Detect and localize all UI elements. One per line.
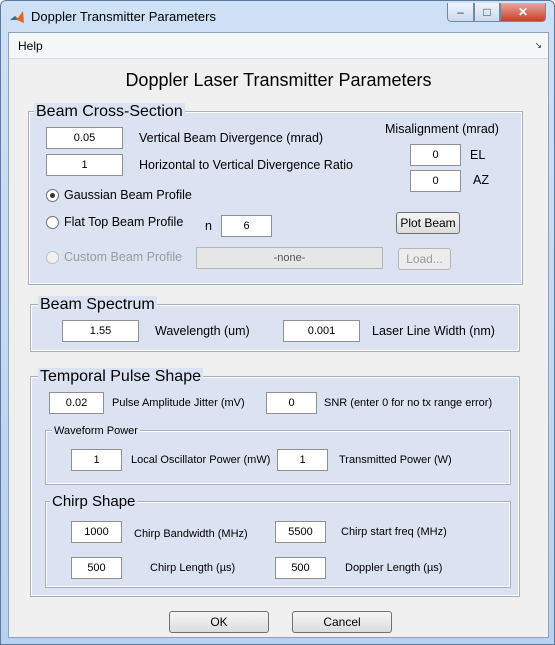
snr-label: SNR (enter 0 for no tx range error): [324, 397, 493, 409]
chirp-start-input[interactable]: 5500: [275, 521, 326, 543]
gaussian-radio[interactable]: [46, 189, 59, 202]
beam-spectrum-title: Beam Spectrum: [38, 296, 157, 314]
chirp-shape-title: Chirp Shape: [50, 493, 138, 511]
client-area: Help ↘ Doppler Laser Transmitter Paramet…: [8, 32, 549, 638]
wavelength-label: Wavelength (um): [155, 324, 250, 338]
menu-bar: Help ↘: [9, 33, 548, 59]
window-frame: Doppler Transmitter Parameters ‒ □ ✕ Hel…: [0, 0, 555, 645]
minimize-icon: ‒: [457, 5, 464, 19]
n-input[interactable]: 6: [221, 215, 272, 237]
n-label: n: [205, 219, 212, 233]
custom-radio[interactable]: [46, 251, 59, 264]
gaussian-label[interactable]: Gaussian Beam Profile: [64, 188, 192, 202]
close-icon: ✕: [517, 5, 529, 19]
jitter-label: Pulse Amplitude Jitter (mV): [112, 397, 245, 409]
divergence-ratio-label: Horizontal to Vertical Divergence Ratio: [139, 158, 353, 172]
load-button[interactable]: Load...: [398, 248, 451, 270]
temporal-pulse-title: Temporal Pulse Shape: [38, 368, 203, 386]
flat-top-radio[interactable]: [46, 216, 59, 229]
line-width-input[interactable]: 0.001: [283, 320, 360, 342]
maximize-icon: □: [483, 5, 491, 19]
beam-cross-section-panel: Beam Cross-Section 0.05 Vertical Beam Di…: [29, 103, 522, 284]
matlab-icon: [10, 11, 24, 23]
waveform-power-title: Waveform Power: [52, 425, 140, 438]
snr-input[interactable]: 0: [266, 392, 317, 414]
jitter-input[interactable]: 0.02: [49, 392, 104, 414]
lo-power-label: Local Oscillator Power (mW): [131, 454, 271, 466]
line-width-label: Laser Line Width (nm): [372, 324, 495, 338]
close-button[interactable]: ✕: [500, 3, 546, 22]
title-bar[interactable]: Doppler Transmitter Parameters ‒ □ ✕: [1, 1, 554, 32]
doppler-length-label: Doppler Length (µs): [345, 562, 443, 574]
doppler-length-input[interactable]: 500: [275, 557, 326, 579]
beam-spectrum-panel: Beam Spectrum 1.55 Wavelength (um) 0.001…: [31, 296, 519, 351]
window-title: Doppler Transmitter Parameters: [31, 9, 216, 24]
page-title: Doppler Laser Transmitter Parameters: [125, 70, 432, 90]
vertical-divergence-label: Vertical Beam Divergence (mrad): [139, 131, 324, 145]
el-input[interactable]: 0: [410, 144, 461, 166]
tx-power-label: Transmitted Power (W): [339, 454, 452, 466]
el-label: EL: [470, 148, 486, 162]
maximize-button[interactable]: □: [474, 3, 500, 22]
waveform-power-panel: Waveform Power 1 Local Oscillator Power …: [46, 425, 510, 484]
custom-label: Custom Beam Profile: [64, 250, 183, 264]
az-input[interactable]: 0: [410, 170, 461, 192]
chirp-bandwidth-input[interactable]: 1000: [71, 521, 122, 543]
custom-file-field: -none-: [196, 247, 383, 269]
beam-cross-section-title: Beam Cross-Section: [34, 103, 185, 121]
wavelength-input[interactable]: 1.55: [62, 320, 139, 342]
cancel-button[interactable]: Cancel: [292, 611, 392, 633]
menu-arrow-icon[interactable]: ↘: [534, 40, 542, 51]
chirp-shape-panel: Chirp Shape 1000 Chirp Bandwidth (MHz) 5…: [46, 493, 510, 587]
tx-power-input[interactable]: 1: [277, 449, 328, 471]
lo-power-input[interactable]: 1: [71, 449, 122, 471]
chirp-bandwidth-label: Chirp Bandwidth (MHz): [134, 528, 248, 540]
divergence-ratio-input[interactable]: 1: [46, 154, 123, 176]
chirp-length-label: Chirp Length (µs): [150, 562, 236, 574]
flat-top-label[interactable]: Flat Top Beam Profile: [64, 215, 183, 229]
chirp-start-label: Chirp start freq (MHz): [341, 526, 447, 538]
ok-button[interactable]: OK: [169, 611, 269, 633]
minimize-button[interactable]: ‒: [447, 3, 474, 22]
chirp-length-input[interactable]: 500: [71, 557, 122, 579]
temporal-pulse-panel: Temporal Pulse Shape 0.02 Pulse Amplitud…: [31, 368, 519, 596]
az-label: AZ: [473, 173, 489, 187]
vertical-divergence-input[interactable]: 0.05: [46, 127, 123, 149]
menu-help[interactable]: Help: [18, 39, 43, 53]
misalignment-label: Misalignment (mrad): [385, 122, 499, 136]
plot-beam-button[interactable]: Plot Beam: [396, 212, 460, 234]
